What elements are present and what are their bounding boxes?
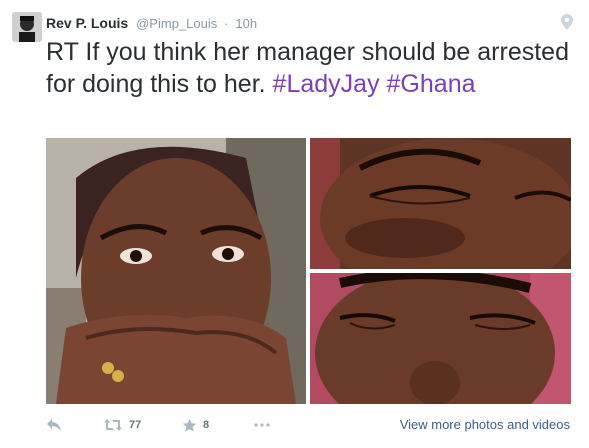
- tweet-actions: 77 8 View more photos and videos: [46, 414, 576, 436]
- favorite-count: 8: [203, 419, 210, 431]
- media-grid: [46, 138, 571, 404]
- favorite-button[interactable]: 8: [182, 414, 209, 436]
- avatar[interactable]: [12, 12, 42, 42]
- reply-button[interactable]: [46, 414, 62, 436]
- author-handle[interactable]: @Pimp_Louis: [136, 16, 217, 31]
- hashtag-ladyjay[interactable]: #LadyJay: [273, 70, 380, 98]
- photo-2[interactable]: [310, 138, 571, 269]
- author-name[interactable]: Rev P. Louis: [46, 15, 128, 31]
- tweet-text: RT If you think her manager should be ar…: [46, 36, 576, 100]
- star-icon: [182, 418, 197, 433]
- retweet-count: 77: [129, 419, 142, 431]
- hashtag-ghana[interactable]: #Ghana: [387, 70, 476, 98]
- retweet-button[interactable]: 77: [103, 414, 141, 436]
- more-dots-icon: [254, 423, 270, 427]
- retweet-icon: [103, 418, 123, 432]
- reply-icon: [46, 418, 62, 432]
- view-more-media-link[interactable]: View more photos and videos: [400, 417, 570, 432]
- more-button[interactable]: [254, 414, 270, 436]
- tweet-header: Rev P. Louis @Pimp_Louis · 10h: [46, 14, 257, 33]
- map-pin-icon[interactable]: [561, 14, 573, 30]
- separator: ·: [224, 16, 229, 31]
- photo-3[interactable]: [310, 273, 571, 404]
- photo-1[interactable]: [46, 138, 306, 404]
- timestamp[interactable]: 10h: [235, 16, 257, 31]
